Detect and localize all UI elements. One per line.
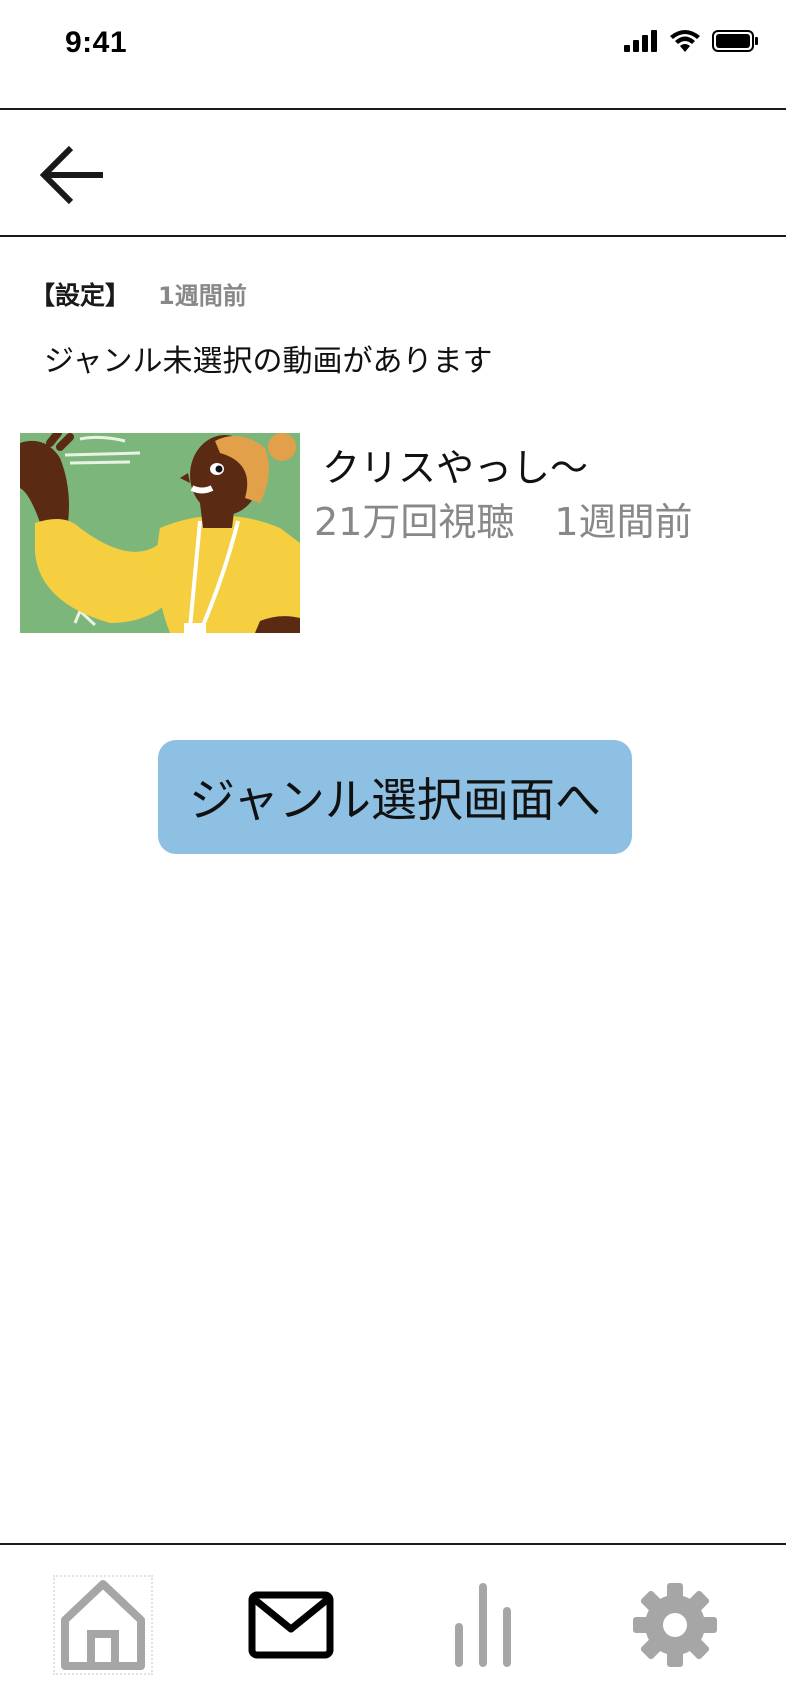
back-button[interactable] xyxy=(34,140,110,210)
status-icons xyxy=(624,30,758,52)
video-title[interactable]: クリスやっし〜 xyxy=(322,437,588,492)
header-bottom-divider xyxy=(0,235,786,237)
status-bar: 9:41 xyxy=(0,0,786,108)
gear-icon xyxy=(633,1582,717,1667)
chart-icon xyxy=(455,1582,511,1667)
home-icon-frame xyxy=(53,1574,153,1675)
video-card[interactable]: クリスやっし〜 21万回視聴 1週間前 xyxy=(20,433,760,633)
video-meta: 21万回視聴 1週間前 xyxy=(314,491,693,546)
video-thumbnail[interactable] xyxy=(20,433,300,633)
video-views: 21万回視聴 xyxy=(314,500,515,544)
tab-bar xyxy=(0,1545,786,1704)
video-time: 1週間前 xyxy=(554,500,693,544)
tab-stats[interactable] xyxy=(385,1545,581,1704)
notice-meta: 【設定】 1週間前 xyxy=(30,276,247,312)
notice-category: 【設定】 xyxy=(30,281,131,310)
nav-header xyxy=(0,110,786,235)
mail-icon xyxy=(248,1591,334,1658)
thumbnail-illustration xyxy=(20,433,300,633)
home-icon xyxy=(61,1579,145,1670)
arrow-left-icon xyxy=(39,145,103,205)
genre-select-button[interactable]: ジャンル選択画面へ xyxy=(158,740,632,854)
tab-mail[interactable] xyxy=(193,1545,389,1704)
tab-home[interactable] xyxy=(5,1545,201,1704)
notice-message: ジャンル未選択の動画があります xyxy=(44,344,493,379)
signal-icon xyxy=(624,30,657,52)
battery-icon xyxy=(712,30,758,52)
wifi-icon xyxy=(670,30,700,52)
status-time: 9:41 xyxy=(65,26,128,59)
notice-time: 1週間前 xyxy=(158,282,247,310)
tab-settings[interactable] xyxy=(577,1545,773,1704)
